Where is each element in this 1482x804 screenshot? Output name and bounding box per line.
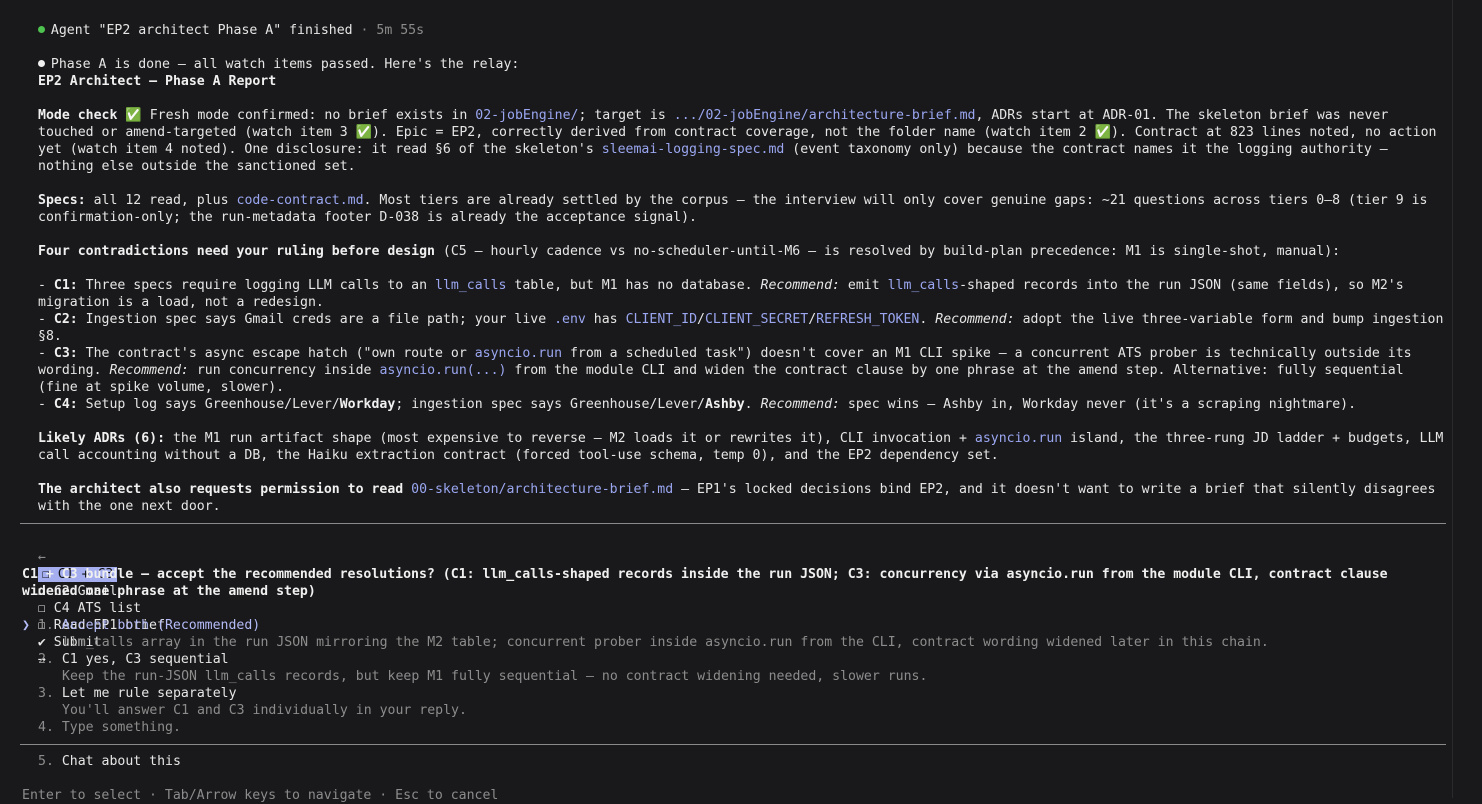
scrollbar-track: [1452, 0, 1453, 798]
specs-paragraph: Specs: all 12 read, plus code-contract.m…: [38, 193, 1428, 225]
tab-c4-ats-list[interactable]: ☐ C4 ATS list: [38, 601, 141, 616]
contradiction-c4: - C4: Setup log says Greenhouse/Lever/Wo…: [38, 397, 1357, 412]
keyboard-hint-footer: Enter to select · Tab/Arrow keys to navi…: [22, 788, 499, 803]
report-title: EP2 Architect — Phase A Report: [38, 74, 277, 89]
option-3[interactable]: 3. Let me rule separately: [38, 685, 237, 702]
option-4-type-something[interactable]: 4. Type something.: [38, 719, 181, 736]
agent-finished-notice: Agent "EP2 architect Phase A" finished ·…: [22, 5, 424, 39]
code-link[interactable]: asyncio.run: [475, 346, 562, 361]
contradictions-heading: Four contradictions need your ruling bef…: [38, 244, 1341, 259]
code-link[interactable]: llm_calls: [888, 278, 959, 293]
code-link[interactable]: .env: [554, 312, 586, 327]
question-text: C1 + C3 bundle — accept the recommended …: [22, 567, 1388, 599]
option-3-description: You'll answer C1 and C3 individually in …: [62, 703, 467, 718]
option-1-description: llm_calls array in the run JSON mirrorin…: [62, 635, 1269, 650]
contradiction-c3: - C3: The contract's async escape hatch …: [38, 346, 1412, 395]
path-link[interactable]: sleemai-logging-spec.md: [602, 142, 785, 157]
code-link[interactable]: llm_calls: [435, 278, 506, 293]
option-5-chat[interactable]: 5. Chat about this: [38, 753, 181, 770]
code-link[interactable]: asyncio.run: [975, 431, 1062, 446]
option-1[interactable]: ❯ 1. Accept both (Recommended): [22, 617, 260, 634]
path-link[interactable]: 00-skeleton/architecture-brief.md: [411, 482, 673, 497]
code-link[interactable]: REFRESH_TOKEN: [816, 312, 919, 327]
permission-paragraph: The architect also requests permission t…: [38, 482, 1436, 514]
mode-check-paragraph: Mode check ✅ Fresh mode confirmed: no br…: [38, 108, 1437, 174]
contradiction-c2: - C2: Ingestion spec says Gmail creds ar…: [38, 312, 1444, 344]
checkmark-icon: ✅: [1094, 125, 1111, 140]
code-link[interactable]: CLIENT_SECRET: [705, 312, 808, 327]
path-link[interactable]: .../02-jobEngine/architecture-brief.md: [674, 108, 976, 123]
arrow-left-icon[interactable]: ←: [38, 550, 46, 565]
checkmark-icon: ✅: [125, 108, 142, 123]
divider: [20, 744, 1446, 745]
code-link[interactable]: asyncio.run(...): [379, 363, 506, 378]
path-link[interactable]: 02-jobEngine/: [475, 108, 578, 123]
checkmark-icon: ✅: [355, 125, 373, 140]
bullet-icon: [37, 60, 45, 67]
option-2-description: Keep the run-JSON llm_calls records, but…: [62, 669, 928, 684]
likely-adrs-paragraph: Likely ADRs (6): the M1 run artifact sha…: [38, 431, 1444, 463]
divider: [20, 523, 1446, 524]
code-link[interactable]: CLIENT_ID: [626, 312, 697, 327]
contradiction-c1: - C1: Three specs require logging LLM ca…: [38, 278, 1404, 310]
status-dot-icon: [37, 26, 45, 33]
path-link[interactable]: code-contract.md: [237, 193, 364, 208]
intro-line: Phase A is done — all watch items passed…: [22, 39, 519, 73]
cursor-icon: ❯: [22, 618, 30, 633]
option-2[interactable]: 2. C1 yes, C3 sequential: [38, 651, 229, 668]
